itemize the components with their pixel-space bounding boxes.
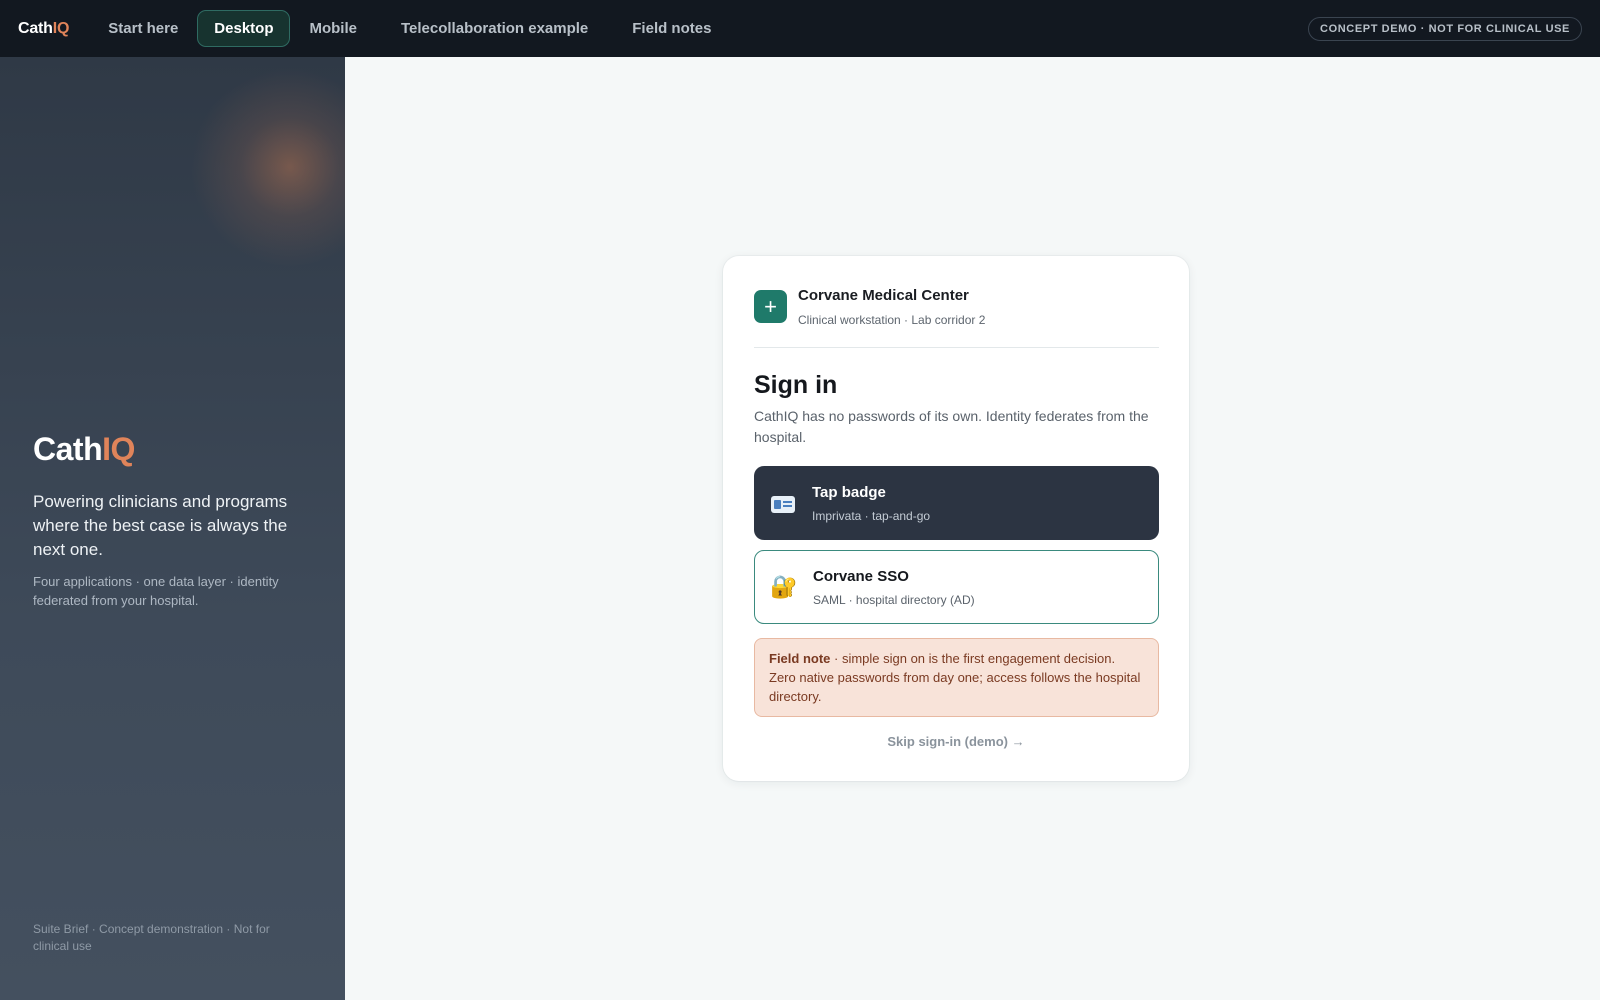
side-brand-logo: CathIQ bbox=[33, 431, 135, 468]
side-brand-main: Cath bbox=[33, 431, 103, 467]
top-navigation-bar: CathIQ Start here Desktop Mobile Telecol… bbox=[0, 0, 1600, 57]
sign-in-card: + Corvane Medical Center Clinical workst… bbox=[723, 256, 1189, 781]
decorative-glow bbox=[190, 67, 345, 267]
field-note-label: Field note bbox=[769, 651, 831, 666]
side-tagline: Powering clinicians and programs where t… bbox=[33, 492, 288, 559]
page-title: Sign in bbox=[754, 371, 838, 399]
sign-in-description: CathIQ has no passwords of its own. Iden… bbox=[754, 408, 1149, 445]
tab-start-here[interactable]: Start here bbox=[91, 10, 195, 47]
organization-header: + Corvane Medical Center Clinical workst… bbox=[754, 287, 985, 327]
field-note: Field note · simple sign on is the first… bbox=[754, 638, 1159, 717]
brand-side-panel: CathIQ Powering clinicians and programs … bbox=[0, 57, 345, 1000]
tab-mobile[interactable]: Mobile bbox=[292, 10, 374, 47]
side-brand-accent: IQ bbox=[102, 431, 135, 467]
corvane-sso-subtitle: SAML · hospital directory (AD) bbox=[813, 592, 975, 607]
id-card-icon bbox=[754, 490, 812, 516]
organization-name: Corvane Medical Center bbox=[798, 287, 969, 304]
corvane-sso-title: Corvane SSO bbox=[813, 567, 909, 585]
header-divider bbox=[754, 347, 1159, 348]
app-logo[interactable]: CathIQ bbox=[18, 20, 69, 38]
plus-icon: + bbox=[754, 290, 787, 323]
brand-accent: IQ bbox=[52, 19, 70, 37]
workstation-location: Clinical workstation · Lab corridor 2 bbox=[798, 313, 986, 327]
concept-demo-badge: CONCEPT DEMO · NOT FOR CLINICAL USE bbox=[1308, 17, 1582, 41]
skip-sign-in-link[interactable]: Skip sign-in (demo) → bbox=[723, 734, 1189, 749]
tab-field-notes[interactable]: Field notes bbox=[615, 10, 728, 47]
corvane-sso-button[interactable]: 🔐 Corvane SSO SAML · hospital directory … bbox=[754, 550, 1159, 624]
nav-tabs: Start here Desktop Mobile Telecollaborat… bbox=[91, 10, 728, 47]
side-footer: Suite Brief · Concept demonstration · No… bbox=[33, 922, 270, 953]
tab-telecollaboration-example[interactable]: Telecollaboration example bbox=[384, 10, 605, 47]
tap-badge-subtitle: Imprivata · tap-and-go bbox=[812, 508, 931, 523]
tab-desktop[interactable]: Desktop bbox=[197, 10, 291, 47]
tap-badge-button[interactable]: Tap badge Imprivata · tap-and-go bbox=[754, 466, 1159, 540]
side-subtitle: Four applications · one data layer · ide… bbox=[33, 574, 279, 608]
lock-key-icon: 🔐 bbox=[770, 574, 798, 599]
tap-badge-title: Tap badge bbox=[812, 483, 886, 501]
brand-main: Cath bbox=[18, 19, 53, 37]
